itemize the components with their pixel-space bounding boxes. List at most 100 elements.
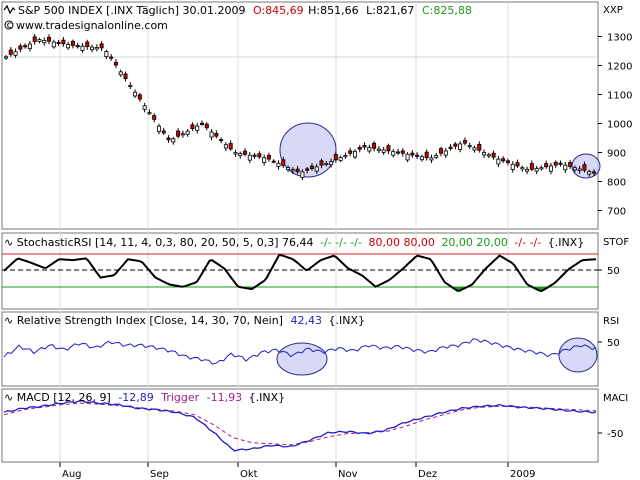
candle-body [47,36,52,42]
candle-body [319,160,324,166]
candle-body [563,164,568,171]
candle-body [496,158,501,165]
candle-body [109,56,114,59]
rsi-axis-tag: RSI [603,316,619,327]
candle-body [324,163,329,166]
candle-body [195,125,200,131]
candle-body [51,41,56,48]
candle-body [56,41,61,44]
candle-body [338,157,343,161]
candle-body [199,122,204,125]
price-axis-label-1200: 1200 [607,62,632,73]
candle-body [467,145,472,148]
candle-body [156,125,161,132]
candle-body [314,166,319,172]
candle-body [266,154,271,160]
candle-body [534,168,539,172]
svg-text:∿ Relative Strength Index: ∿ Relative Strength Index [Close, 14, 30… [4,314,365,327]
candle-body [510,163,515,170]
stoch-title: StochasticRSI [14, 11, 4, 0,3, 80, 20, 5… [17,236,314,249]
candle-body [448,146,453,149]
candle-body [592,171,597,174]
candle-body [462,140,467,144]
candle-body [243,150,248,155]
copyright-mark: c [7,20,13,31]
candle-body [104,51,109,58]
candle-body [257,153,262,158]
candle-body [553,161,558,166]
candle-body [147,112,152,115]
svg-text:∿ StochasticRSI [14, 11, 4: ∿ StochasticRSI [14, 11, 4, 0,3, 80, 20,… [4,236,584,249]
candle-body [539,167,544,170]
candle-body [209,131,214,138]
candle-body [113,61,118,66]
candle-body [348,150,353,154]
candle-body [185,130,190,135]
candle-body [75,45,80,48]
stoch-red-values: 80,00 80,00 [368,236,434,249]
candle-body [395,151,400,154]
candle-body [27,43,32,50]
macd-trigger-label: Trigger [160,391,199,404]
candle-body [367,147,372,152]
candle-body [190,124,195,129]
candle-body [477,144,482,151]
candle-body [305,168,310,171]
candle-body [491,152,496,158]
candle-body [381,149,386,153]
candle-body [400,150,405,154]
candle-body [8,49,13,55]
candle-body [23,45,28,48]
candle-body [486,154,491,157]
candle-body [410,152,415,156]
candle-body [85,41,90,48]
candle-body [281,159,286,166]
rsi-source: {.INX} [328,314,365,327]
candle-body [520,167,525,170]
candle-body [582,164,587,171]
candle-body [544,163,549,168]
month-label-dez: Dez [418,469,437,480]
candle-body [286,167,291,170]
candle-body [333,153,338,161]
price-axis-label-900: 900 [607,149,626,160]
candle-body [415,154,420,157]
candle-body [276,162,281,167]
candle-body [453,143,458,147]
rsi-highlight-oct [276,342,328,376]
month-label-2009: 2009 [510,469,535,480]
candle-body [13,51,18,56]
month-label-nov: Nov [338,469,358,480]
rsi-highlight-jan [558,337,598,373]
candle-body [362,145,367,148]
price-high: H:851,66 [308,4,358,17]
candle-body [18,45,23,50]
candle-body [133,91,138,97]
candle-body [247,154,252,161]
price-close: C:825,88 [422,4,472,17]
macd-trigger-value: -11,93 [207,391,242,404]
watermark: www.tradesignalonline.com [16,19,168,32]
candle-body [214,133,219,137]
candle-body [443,150,448,156]
stoch-axis-tag: STOF [603,237,629,248]
candle-body [439,148,444,154]
price-axis-label-1300: 1300 [607,33,632,44]
candle-body [515,162,520,167]
candle-body [309,165,314,169]
month-label-okt: Okt [240,469,258,480]
candle-body [329,161,334,166]
candle-body [529,163,534,170]
candle-body [32,36,37,42]
price-axis-label-1100: 1100 [607,91,632,102]
candle-body [295,168,300,173]
chart-canvas: 700 800 900 1000 1100 1200 1300 S&P 500 INDEX … [0,0,640,480]
rsi-icon: ∿ [4,314,13,327]
stoch-dashes-2: -/- -/- [514,236,541,249]
candle-body [262,157,267,163]
candle-body [161,130,166,134]
candle-body [166,137,171,141]
candle-body [204,123,209,129]
stoch-green-values: 20,00 20,00 [441,236,507,249]
price-axis-label-700: 700 [607,207,626,218]
